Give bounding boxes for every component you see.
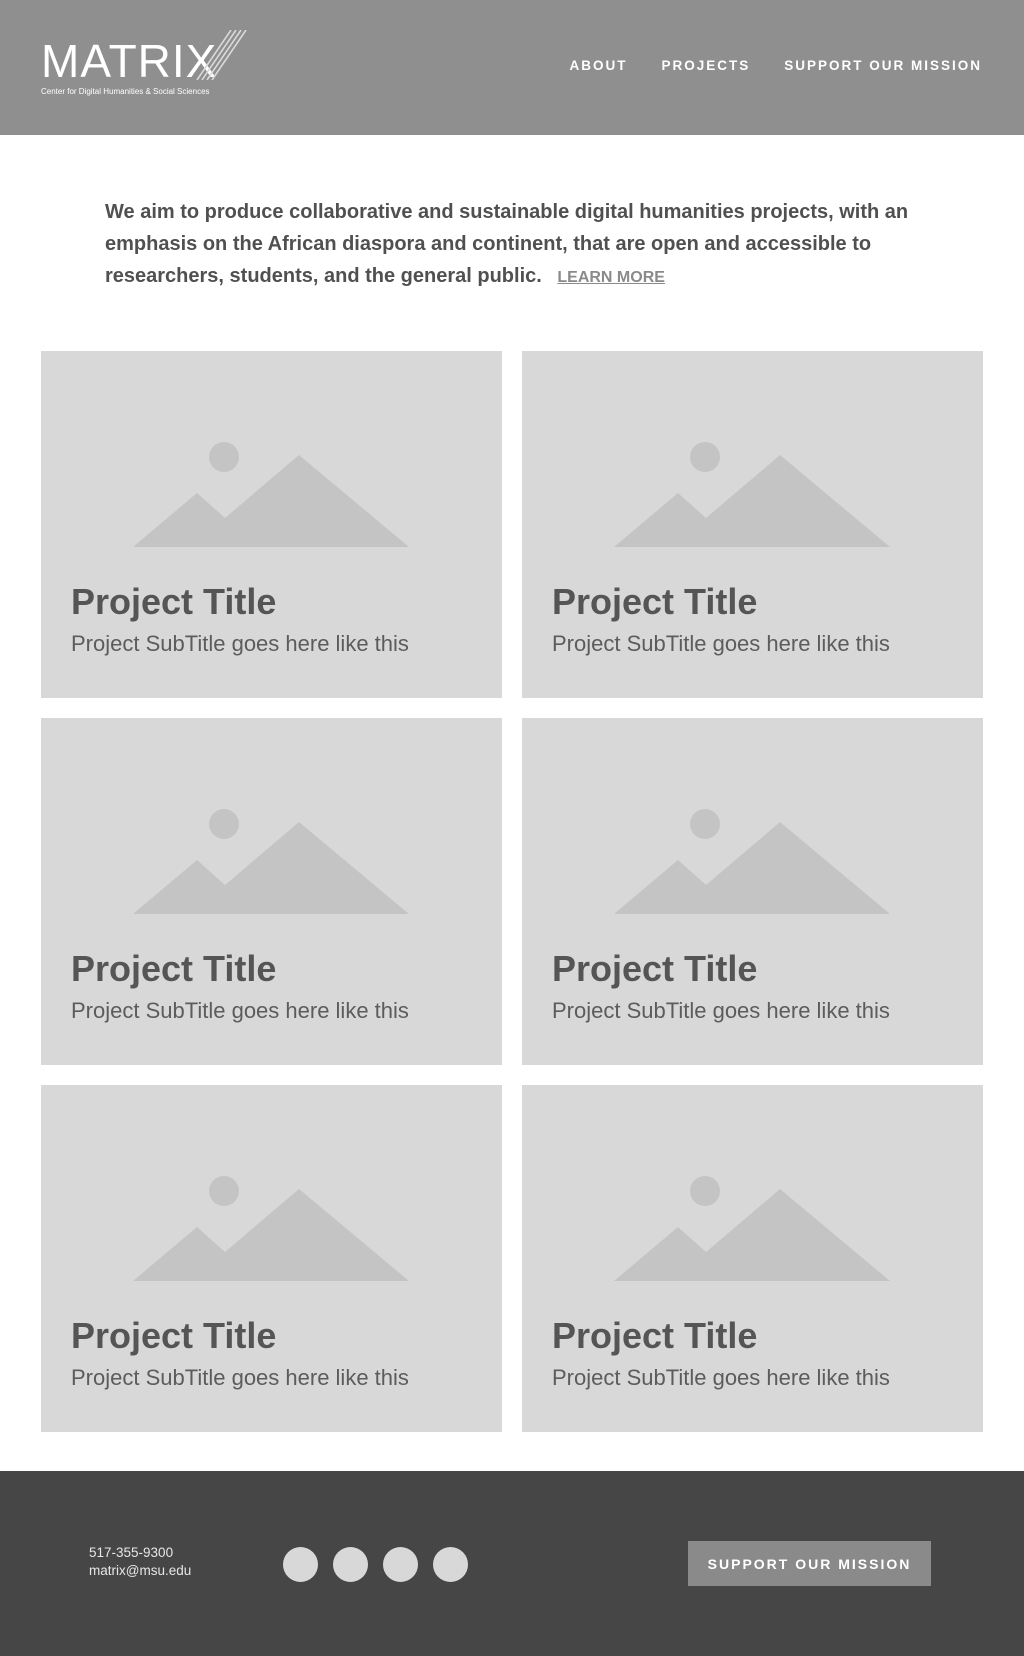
mission-text: We aim to produce collaborative and sust…: [105, 201, 909, 287]
social-icon[interactable]: [383, 1547, 418, 1582]
image-placeholder-icon: [614, 809, 890, 914]
project-card[interactable]: Project Title Project SubTitle goes here …: [522, 351, 983, 698]
project-subtitle: Project SubTitle goes here like this: [71, 631, 409, 656]
image-placeholder-icon: [614, 442, 890, 547]
project-title: Project Title: [552, 1315, 758, 1356]
image-placeholder-icon: [133, 442, 409, 547]
project-card[interactable]: Project Title Project SubTitle goes here …: [41, 1085, 502, 1432]
project-card[interactable]: Project Title Project SubTitle goes here …: [41, 718, 502, 1065]
project-subtitle: Project SubTitle goes here like this: [552, 998, 890, 1023]
image-placeholder-icon: [133, 1176, 409, 1281]
contact-info: 517-355-9300 matrix@msu.edu: [89, 1544, 191, 1580]
project-card[interactable]: Project Title Project SubTitle goes here …: [522, 718, 983, 1065]
project-title: Project Title: [552, 581, 758, 622]
project-subtitle: Project SubTitle goes here like this: [552, 631, 890, 656]
project-subtitle: Project SubTitle goes here like this: [71, 1365, 409, 1390]
nav-about[interactable]: ABOUT: [569, 58, 627, 73]
main-nav: ABOUT PROJECTS SUPPORT OUR MISSION: [569, 58, 982, 73]
site-header: MATRIX Center for Digital Humanities & S…: [0, 0, 1024, 135]
social-icon[interactable]: [433, 1547, 468, 1582]
project-title: Project Title: [71, 581, 277, 622]
phone-number[interactable]: 517-355-9300: [89, 1544, 191, 1562]
project-title: Project Title: [71, 1315, 277, 1356]
logo-tagline: Center for Digital Humanities & Social S…: [41, 87, 210, 96]
image-placeholder-icon: [133, 809, 409, 914]
project-card[interactable]: Project Title Project SubTitle goes here …: [41, 351, 502, 698]
site-footer: 517-355-9300 matrix@msu.edu SUPPORT OUR …: [0, 1471, 1024, 1656]
project-title: Project Title: [71, 948, 277, 989]
social-links: [283, 1547, 468, 1582]
social-icon[interactable]: [333, 1547, 368, 1582]
project-grid: Project Title Project SubTitle goes here …: [41, 351, 983, 1432]
project-card[interactable]: Project Title Project SubTitle goes here …: [522, 1085, 983, 1432]
matrix-logo[interactable]: MATRIX Center for Digital Humanities & S…: [41, 30, 247, 100]
nav-support-our-mission[interactable]: SUPPORT OUR MISSION: [784, 58, 982, 73]
logo-stripes-icon: [196, 30, 247, 80]
social-icon[interactable]: [283, 1547, 318, 1582]
learn-more-link[interactable]: LEARN MORE: [557, 269, 665, 286]
image-placeholder-icon: [614, 1176, 890, 1281]
project-subtitle: Project SubTitle goes here like this: [552, 1365, 890, 1390]
mission-statement: We aim to produce collaborative and sust…: [105, 196, 925, 294]
project-title: Project Title: [552, 948, 758, 989]
project-subtitle: Project SubTitle goes here like this: [71, 998, 409, 1023]
nav-projects[interactable]: PROJECTS: [661, 58, 750, 73]
email-address[interactable]: matrix@msu.edu: [89, 1562, 191, 1580]
support-our-mission-button[interactable]: SUPPORT OUR MISSION: [688, 1541, 931, 1586]
